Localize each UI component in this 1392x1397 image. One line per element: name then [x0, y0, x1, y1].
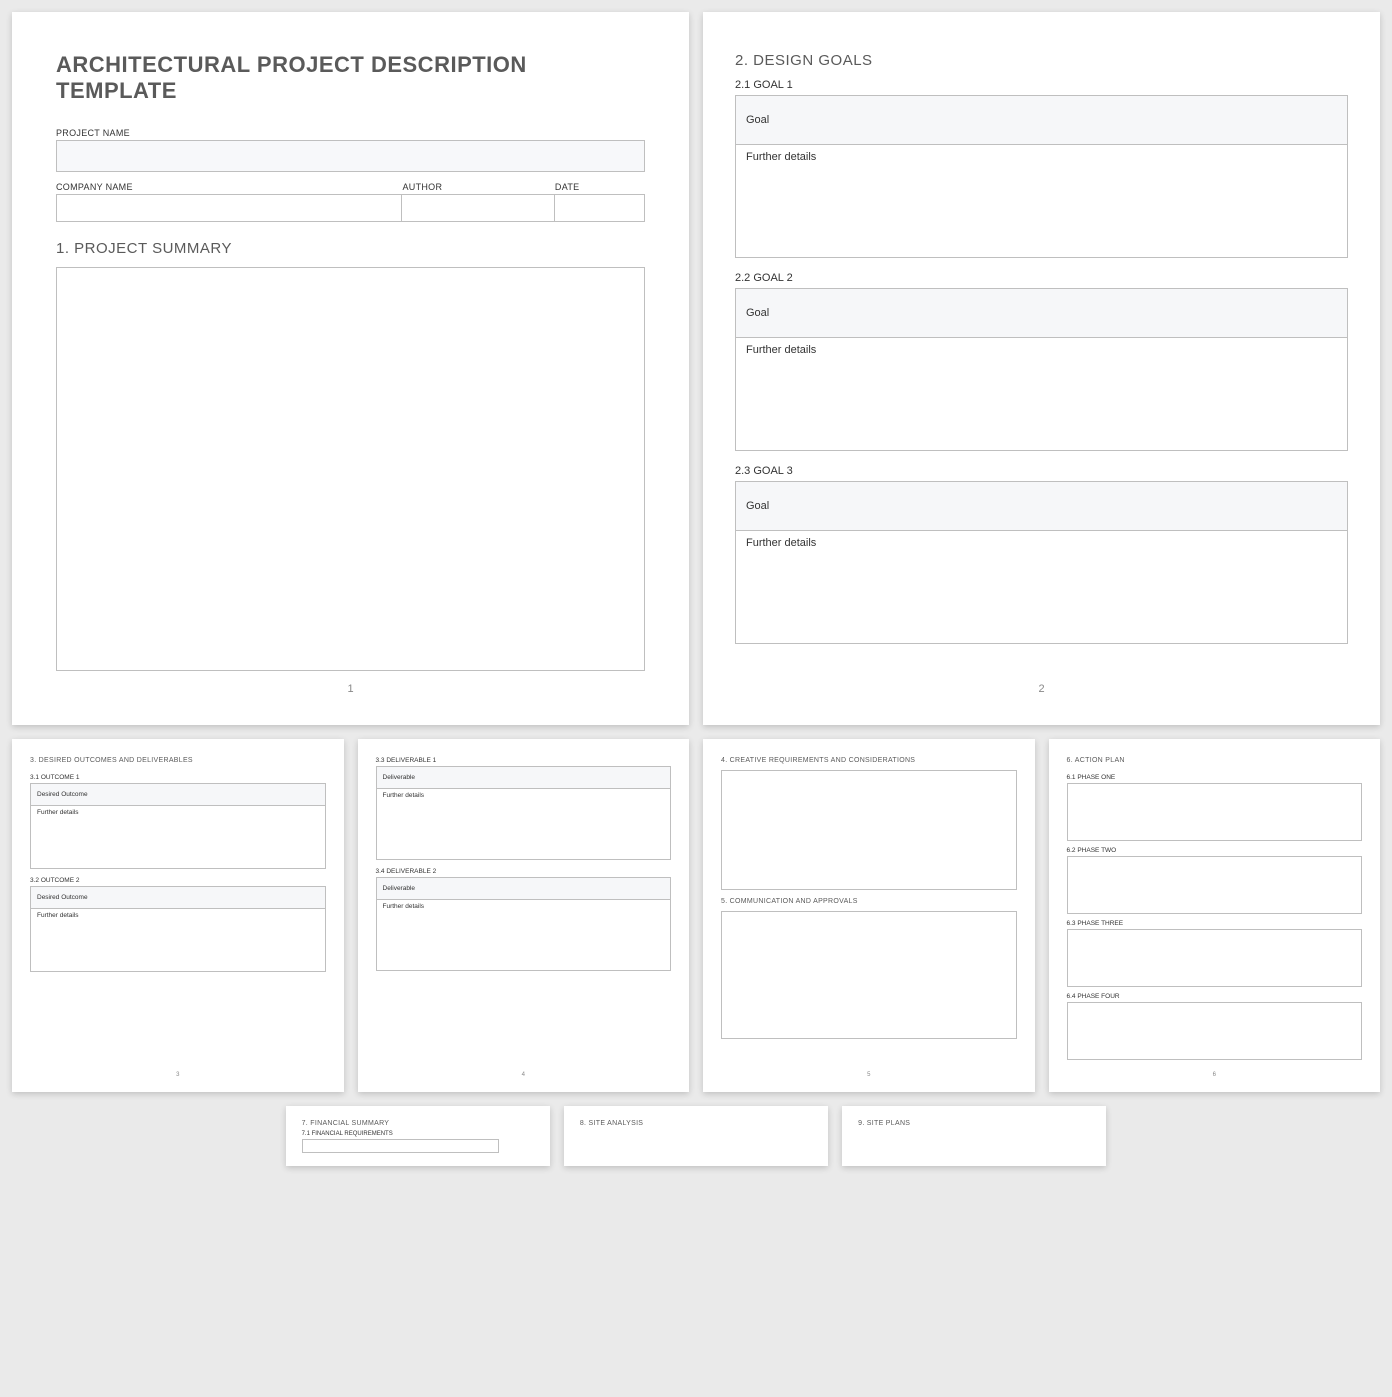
page-number: 4: [376, 1060, 672, 1078]
section-8-heading: 8. SITE ANALYSIS: [580, 1120, 812, 1127]
outcome-1-sub: 3.1 OUTCOME 1: [30, 774, 326, 781]
page-3: 3. DESIRED OUTCOMES AND DELIVERABLES 3.1…: [12, 739, 344, 1092]
outcome-1-box: Desired Outcome Further details: [30, 783, 326, 869]
goal-1-box: Goal Further details: [735, 95, 1348, 258]
outcome-2-label[interactable]: Desired Outcome: [31, 887, 325, 909]
goal-1-sub: 2.1 GOAL 1: [735, 79, 1348, 91]
date-field[interactable]: [555, 194, 645, 222]
goal-2-box: Goal Further details: [735, 288, 1348, 451]
goal-3-details[interactable]: Further details: [736, 531, 1347, 643]
phase-1-field[interactable]: [1067, 783, 1363, 841]
page-number: 2: [733, 671, 1350, 695]
deliverable-1-label[interactable]: Deliverable: [377, 767, 671, 789]
project-name-label: PROJECT NAME: [56, 128, 645, 138]
fin-req-field[interactable]: [302, 1139, 499, 1153]
goal-1-details[interactable]: Further details: [736, 145, 1347, 257]
page-9: 9. SITE PLANS: [842, 1106, 1106, 1166]
page-2: 2. DESIGN GOALS 2.1 GOAL 1 Goal Further …: [703, 12, 1380, 725]
deliverable-1-box: Deliverable Further details: [376, 766, 672, 860]
outcome-2-box: Desired Outcome Further details: [30, 886, 326, 972]
phase-4-field[interactable]: [1067, 1002, 1363, 1060]
phase-1-sub: 6.1 PHASE ONE: [1067, 774, 1363, 781]
page-1: ARCHITECTURAL PROJECT DESCRIPTION TEMPLA…: [12, 12, 689, 725]
project-summary-field[interactable]: [56, 267, 645, 671]
page-number: 1: [56, 671, 645, 695]
page-number: 5: [721, 1060, 1017, 1078]
section-7-heading: 7. FINANCIAL SUMMARY: [302, 1120, 534, 1127]
goal-2-details[interactable]: Further details: [736, 338, 1347, 450]
section-4-heading: 4. CREATIVE REQUIREMENTS AND CONSIDERATI…: [721, 757, 1017, 764]
deliverable-1-sub: 3.3 DELIVERABLE 1: [376, 757, 672, 764]
goal-3-box: Goal Further details: [735, 481, 1348, 644]
deliverable-1-details[interactable]: Further details: [377, 789, 671, 859]
goal-1-label[interactable]: Goal: [736, 96, 1347, 145]
deliverable-2-box: Deliverable Further details: [376, 877, 672, 971]
phase-3-field[interactable]: [1067, 929, 1363, 987]
phase-4-sub: 6.4 PHASE FOUR: [1067, 993, 1363, 1000]
page-8: 8. SITE ANALYSIS: [564, 1106, 828, 1166]
fin-req-sub: 7.1 FINANCIAL REQUIREMENTS: [302, 1131, 534, 1137]
phase-3-sub: 6.3 PHASE THREE: [1067, 920, 1363, 927]
company-name-label: COMPANY NAME: [56, 182, 402, 192]
deliverable-2-label[interactable]: Deliverable: [377, 878, 671, 900]
outcome-2-details[interactable]: Further details: [31, 909, 325, 971]
outcome-2-sub: 3.2 OUTCOME 2: [30, 877, 326, 884]
goal-2-label[interactable]: Goal: [736, 289, 1347, 338]
section-1-heading: 1. PROJECT SUMMARY: [56, 240, 645, 257]
page-4: 3.3 DELIVERABLE 1 Deliverable Further de…: [358, 739, 690, 1092]
section-2-heading: 2. DESIGN GOALS: [735, 52, 1348, 69]
section-9-heading: 9. SITE PLANS: [858, 1120, 1090, 1127]
date-label: DATE: [555, 182, 645, 192]
page-5: 4. CREATIVE REQUIREMENTS AND CONSIDERATI…: [703, 739, 1035, 1092]
author-field[interactable]: [402, 194, 554, 222]
section-3-heading: 3. DESIRED OUTCOMES AND DELIVERABLES: [30, 757, 326, 764]
section-6-heading: 6. ACTION PLAN: [1067, 757, 1363, 764]
page-7: 7. FINANCIAL SUMMARY 7.1 FINANCIAL REQUI…: [286, 1106, 550, 1166]
outcome-1-label[interactable]: Desired Outcome: [31, 784, 325, 806]
company-name-field[interactable]: [56, 194, 402, 222]
doc-title: ARCHITECTURAL PROJECT DESCRIPTION TEMPLA…: [56, 52, 645, 104]
section-5-heading: 5. COMMUNICATION AND APPROVALS: [721, 898, 1017, 905]
author-label: AUTHOR: [402, 182, 554, 192]
page-number: 6: [1067, 1060, 1363, 1078]
project-name-field[interactable]: [56, 140, 645, 172]
page-number: 3: [30, 1060, 326, 1078]
phase-2-sub: 6.2 PHASE TWO: [1067, 847, 1363, 854]
goal-3-sub: 2.3 GOAL 3: [735, 465, 1348, 477]
phase-2-field[interactable]: [1067, 856, 1363, 914]
creative-req-field[interactable]: [721, 770, 1017, 890]
outcome-1-details[interactable]: Further details: [31, 806, 325, 868]
goal-3-label[interactable]: Goal: [736, 482, 1347, 531]
goal-2-sub: 2.2 GOAL 2: [735, 272, 1348, 284]
deliverable-2-details[interactable]: Further details: [377, 900, 671, 970]
communication-field[interactable]: [721, 911, 1017, 1039]
page-6: 6. ACTION PLAN 6.1 PHASE ONE 6.2 PHASE T…: [1049, 739, 1381, 1092]
deliverable-2-sub: 3.4 DELIVERABLE 2: [376, 868, 672, 875]
